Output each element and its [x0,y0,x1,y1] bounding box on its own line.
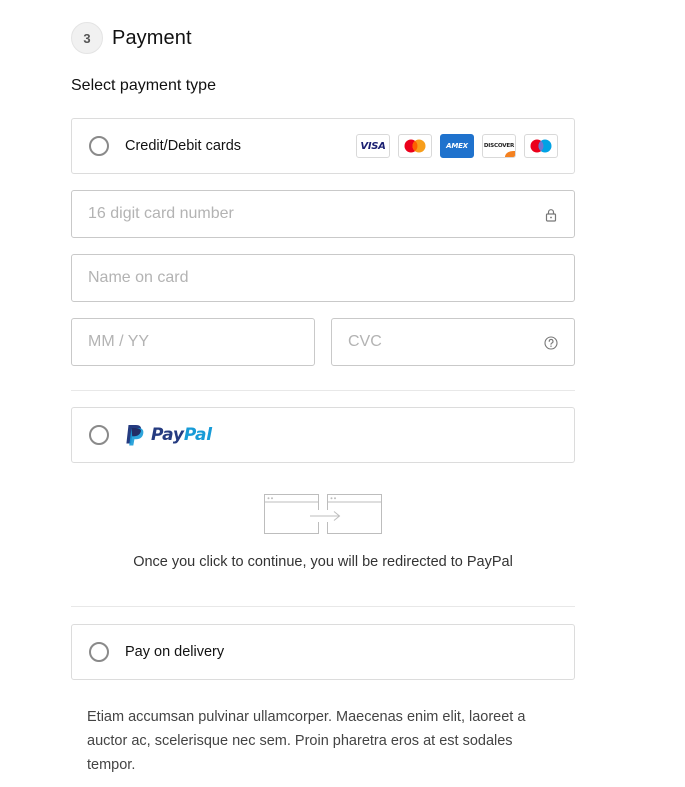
step-title: Payment [112,26,192,49]
name-on-card-input[interactable] [72,255,574,301]
divider [71,606,575,607]
paypal-word-pay: Pay [151,425,184,445]
expiry-field[interactable] [71,318,315,366]
delivery-radio[interactable] [89,642,109,662]
discover-icon: DISCOVER [482,134,516,158]
paypal-radio[interactable] [89,425,109,445]
visa-icon: VISA [356,134,390,158]
maestro-icon [524,134,558,158]
mastercard-icon [398,134,432,158]
redirect-windows-icon [264,494,382,534]
help-icon[interactable] [544,336,558,350]
card-number-field[interactable] [71,190,575,238]
paypal-logo: PayPal [125,424,212,446]
cvc-field[interactable] [331,318,575,366]
card-option-label: Credit/Debit cards [125,138,242,154]
cvc-input[interactable] [332,319,574,365]
visa-logo-text: VISA [360,140,386,152]
expiry-input[interactable] [72,319,314,365]
delivery-option-label: Pay on delivery [125,644,225,660]
name-on-card-field[interactable] [71,254,575,302]
payment-option-paypal[interactable]: PayPal [71,407,575,463]
amex-logo-text: AMEX [446,142,468,150]
paypal-redirect-text: Once you click to continue, you will be … [133,554,513,570]
delivery-description: Etiam accumsan pulvinar ullamcorper. Mae… [87,709,526,773]
paypal-icon [126,425,144,446]
payment-option-delivery[interactable]: Pay on delivery [71,624,575,680]
discover-logo-text: DISCOVER [483,143,515,149]
paypal-word-pal: Pal [183,425,212,445]
card-logos: VISA AMEX DISCOVER [356,134,558,158]
payment-type-label: Select payment type [71,77,216,94]
amex-icon: AMEX [440,134,474,158]
card-radio[interactable] [89,136,109,156]
divider [71,390,575,391]
step-header: 3 Payment [71,22,192,54]
step-number-badge: 3 [71,22,103,54]
card-number-input[interactable] [72,191,574,237]
payment-option-card[interactable]: Credit/Debit cards VISA AMEX DISCOVER [71,118,575,174]
lock-icon [545,209,557,222]
